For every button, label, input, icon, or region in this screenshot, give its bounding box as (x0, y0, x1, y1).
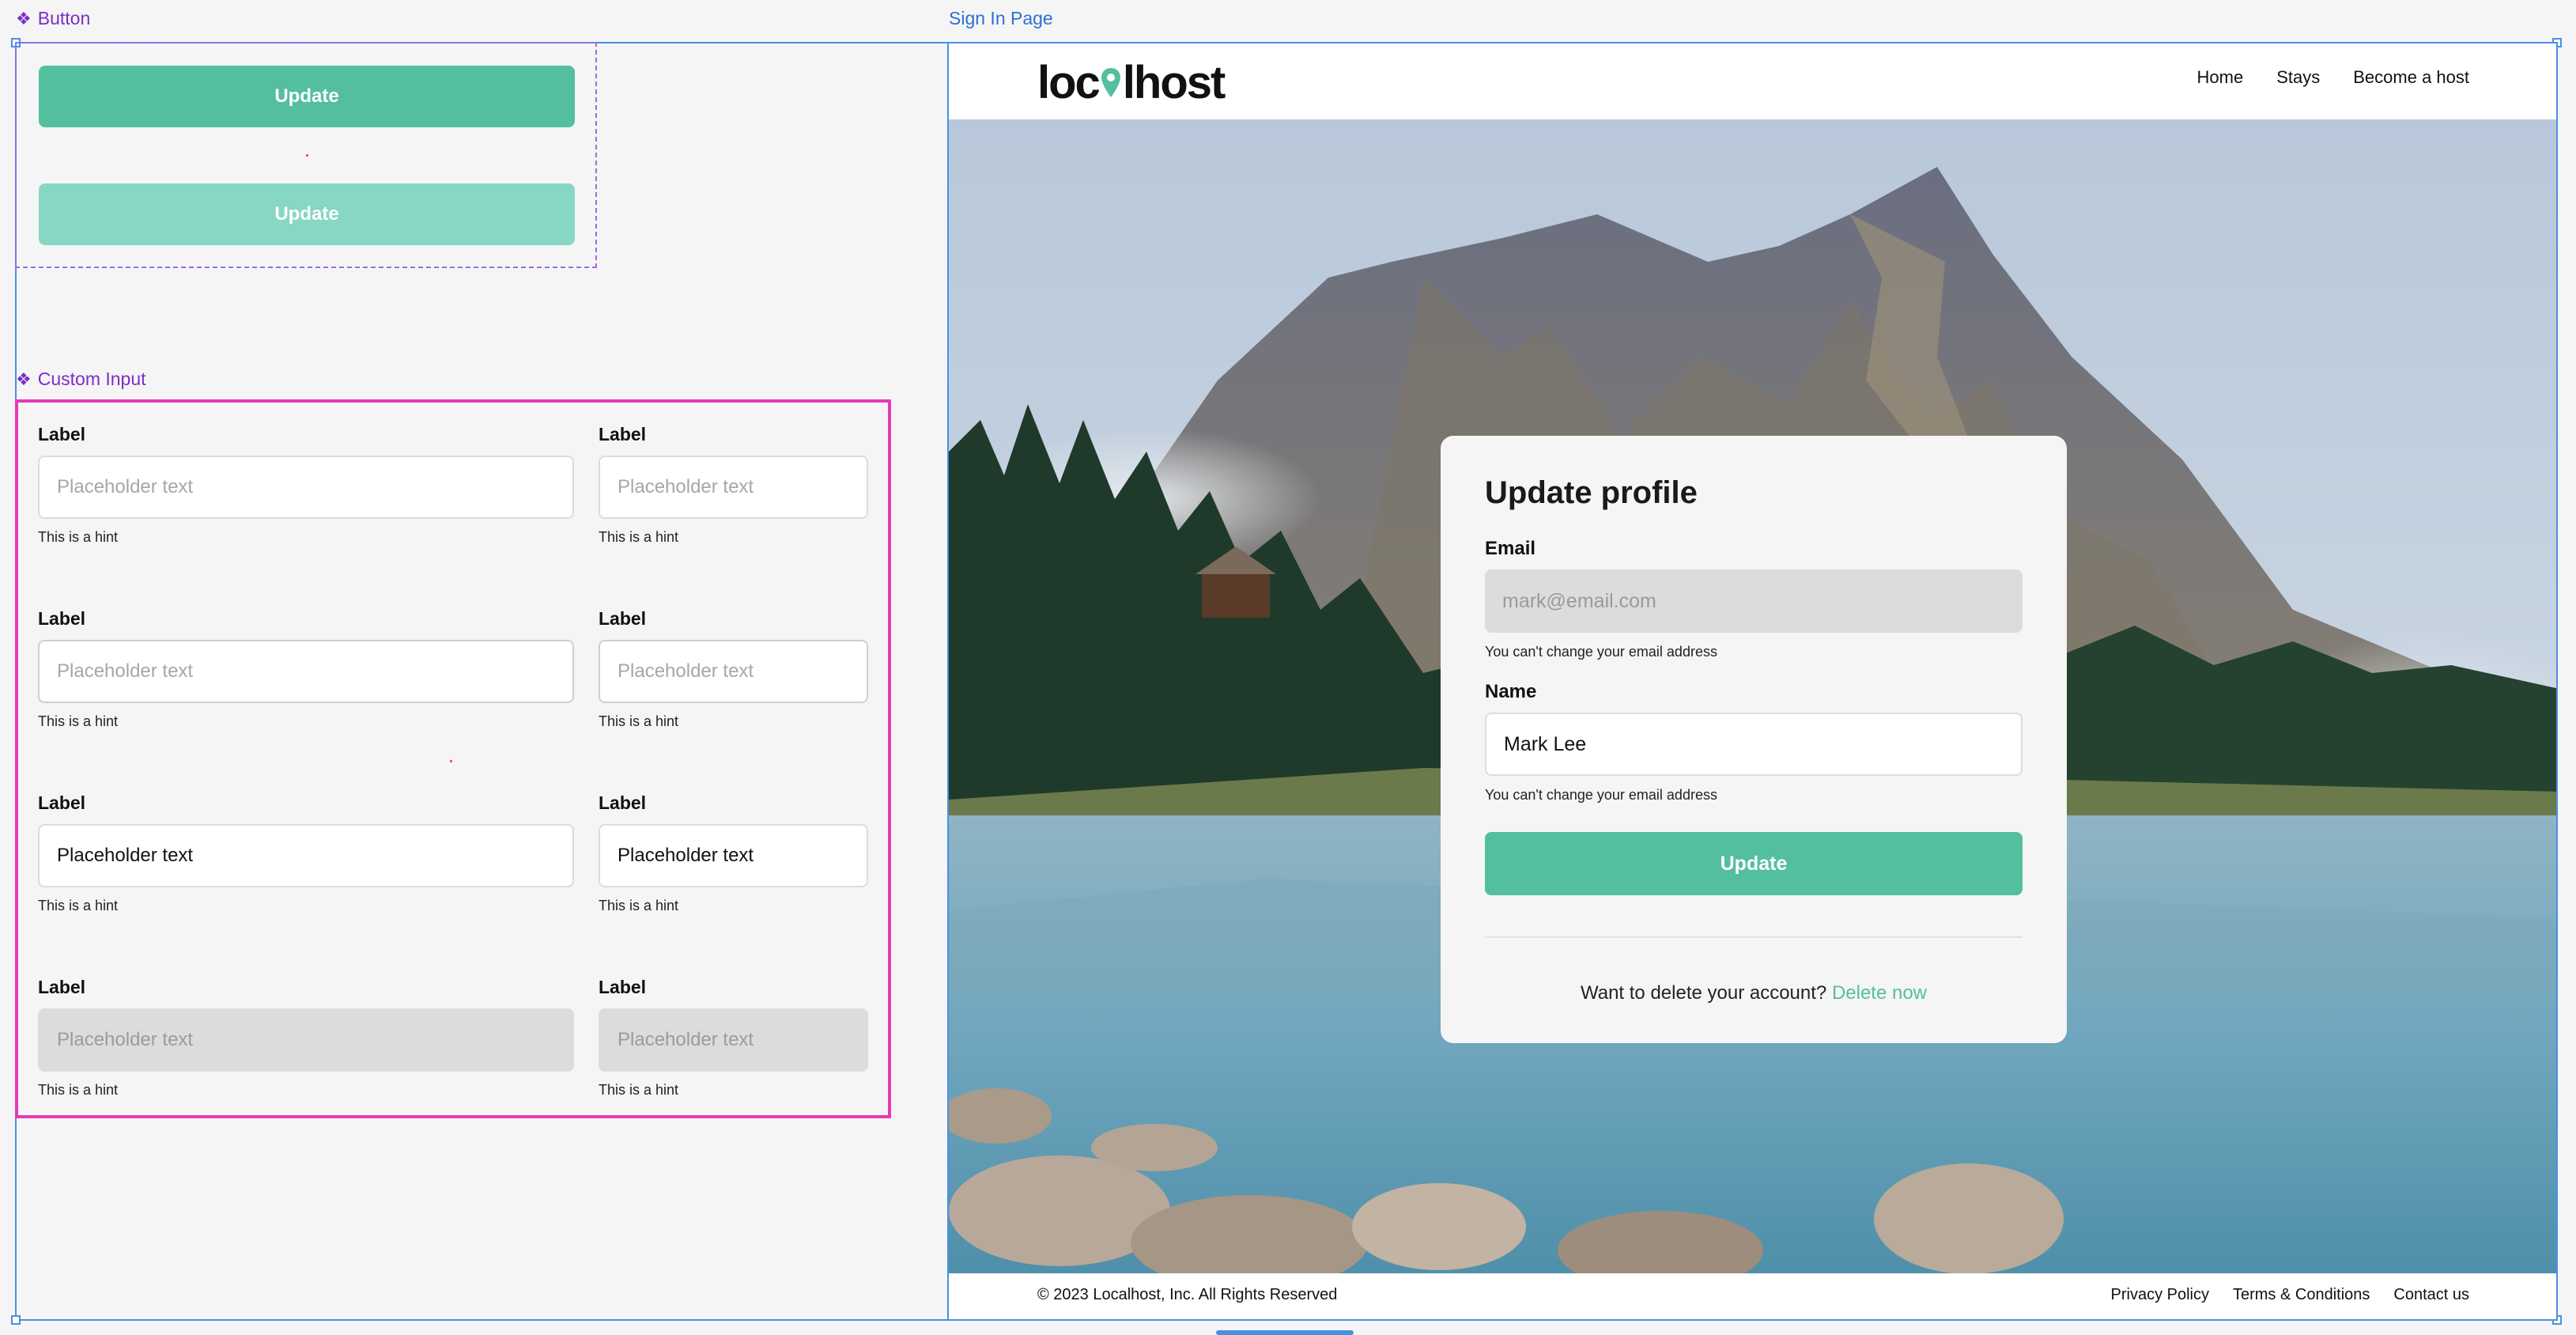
field-label: Label (38, 977, 86, 997)
nav-home[interactable]: Home (2197, 67, 2244, 88)
text-input[interactable]: Placeholder text (599, 1008, 868, 1072)
nav-links: Home Stays Become a host (2197, 67, 2469, 88)
field-hint: This is a hint (599, 529, 679, 545)
card-title: Update profile (1485, 475, 1698, 510)
update-button-default[interactable]: Update (39, 66, 575, 127)
email-field[interactable]: mark@email.com (1485, 569, 2023, 633)
field-label: Label (599, 977, 647, 997)
name-hint: You can't change your email address (1485, 787, 1717, 803)
field-hint: This is a hint (38, 529, 119, 545)
text-input[interactable]: Placeholder text (38, 1008, 574, 1072)
hero-background-image: Update profile Email mark@email.com You … (949, 119, 2556, 1277)
nav-stays[interactable]: Stays (2276, 67, 2320, 88)
email-label: Email (1485, 538, 1536, 559)
sign-in-page-frame[interactable]: loc lhost Home Stays Become a host Updat… (947, 42, 2558, 1321)
field-label: Label (599, 792, 647, 813)
field-label: Label (599, 424, 647, 444)
privacy-policy-link[interactable]: Privacy Policy (2111, 1286, 2209, 1304)
component-icon: ❖ (16, 369, 32, 389)
custom-input-default: Label Placeholder text This is a hint (599, 424, 868, 546)
top-navbar: loc lhost Home Stays Become a host (949, 43, 2556, 120)
custom-input-filled: Label Placeholder text This is a hint (599, 792, 868, 914)
localhost-logo[interactable]: loc lhost (1037, 56, 1226, 109)
delete-prompt: Want to delete your account? (1580, 982, 1827, 1004)
custom-input-disabled: Label Placeholder text This is a hint (599, 977, 868, 1099)
map-pin-icon (1101, 67, 1120, 97)
page-frame-label[interactable]: Sign In Page (949, 8, 1053, 29)
text-input[interactable]: Placeholder text (38, 824, 574, 887)
resize-handle[interactable] (11, 1315, 21, 1325)
spacing-marker (306, 154, 308, 157)
component-icon: ❖ (16, 8, 32, 28)
footer: © 2023 Localhost, Inc. All Rights Reserv… (949, 1273, 2556, 1319)
spacing-marker (450, 760, 452, 762)
footer-links: Privacy Policy Terms & Conditions Contac… (2111, 1286, 2470, 1304)
text-input[interactable]: Placeholder text (599, 824, 868, 887)
field-label: Label (38, 424, 86, 444)
field-hint: This is a hint (599, 713, 679, 729)
field-label: Label (38, 608, 86, 629)
name-label: Name (1485, 681, 1537, 702)
text-input[interactable]: Placeholder text (38, 456, 574, 519)
field-hint: This is a hint (38, 713, 119, 729)
name-field[interactable]: Mark Lee (1485, 713, 2023, 776)
update-profile-card: Update profile Email mark@email.com You … (1441, 436, 2067, 1043)
button-component-label[interactable]: ❖ Button (16, 8, 90, 29)
canvas-scrollbar[interactable] (1216, 1330, 1354, 1335)
field-hint: This is a hint (599, 898, 679, 913)
custom-input-filled: Label Placeholder text This is a hint (38, 792, 574, 914)
custom-input-hover: Label Placeholder text This is a hint (599, 608, 868, 730)
terms-link[interactable]: Terms & Conditions (2233, 1286, 2370, 1304)
update-button-disabled[interactable]: Update (39, 183, 575, 245)
field-label: Label (599, 608, 647, 629)
update-button[interactable]: Update (1485, 832, 2023, 895)
field-hint: This is a hint (38, 1082, 119, 1098)
delete-account-row: Want to delete your account? Delete now (1485, 982, 2023, 1004)
email-hint: You can't change your email address (1485, 644, 1717, 660)
text-input[interactable]: Placeholder text (38, 640, 574, 703)
custom-input-default: Label Placeholder text This is a hint (38, 424, 574, 546)
text-input[interactable]: Placeholder text (599, 640, 868, 703)
copyright-text: © 2023 Localhost, Inc. All Rights Reserv… (1037, 1286, 1338, 1303)
field-hint: This is a hint (38, 898, 119, 913)
button-component-set[interactable]: Update Update (15, 42, 597, 268)
custom-input-disabled: Label Placeholder text This is a hint (38, 977, 574, 1099)
field-hint: This is a hint (599, 1082, 679, 1098)
delete-now-link[interactable]: Delete now (1832, 982, 1927, 1004)
nav-become-host[interactable]: Become a host (2353, 67, 2469, 88)
custom-input-component-set[interactable]: Label Placeholder text This is a hint La… (15, 399, 891, 1118)
text-input[interactable]: Placeholder text (599, 456, 868, 519)
input-component-label[interactable]: ❖ Custom Input (16, 369, 146, 390)
field-label: Label (38, 792, 86, 813)
custom-input-hover: Label Placeholder text This is a hint (38, 608, 574, 730)
contact-link[interactable]: Contact us (2393, 1286, 2469, 1304)
divider (1485, 936, 2023, 938)
